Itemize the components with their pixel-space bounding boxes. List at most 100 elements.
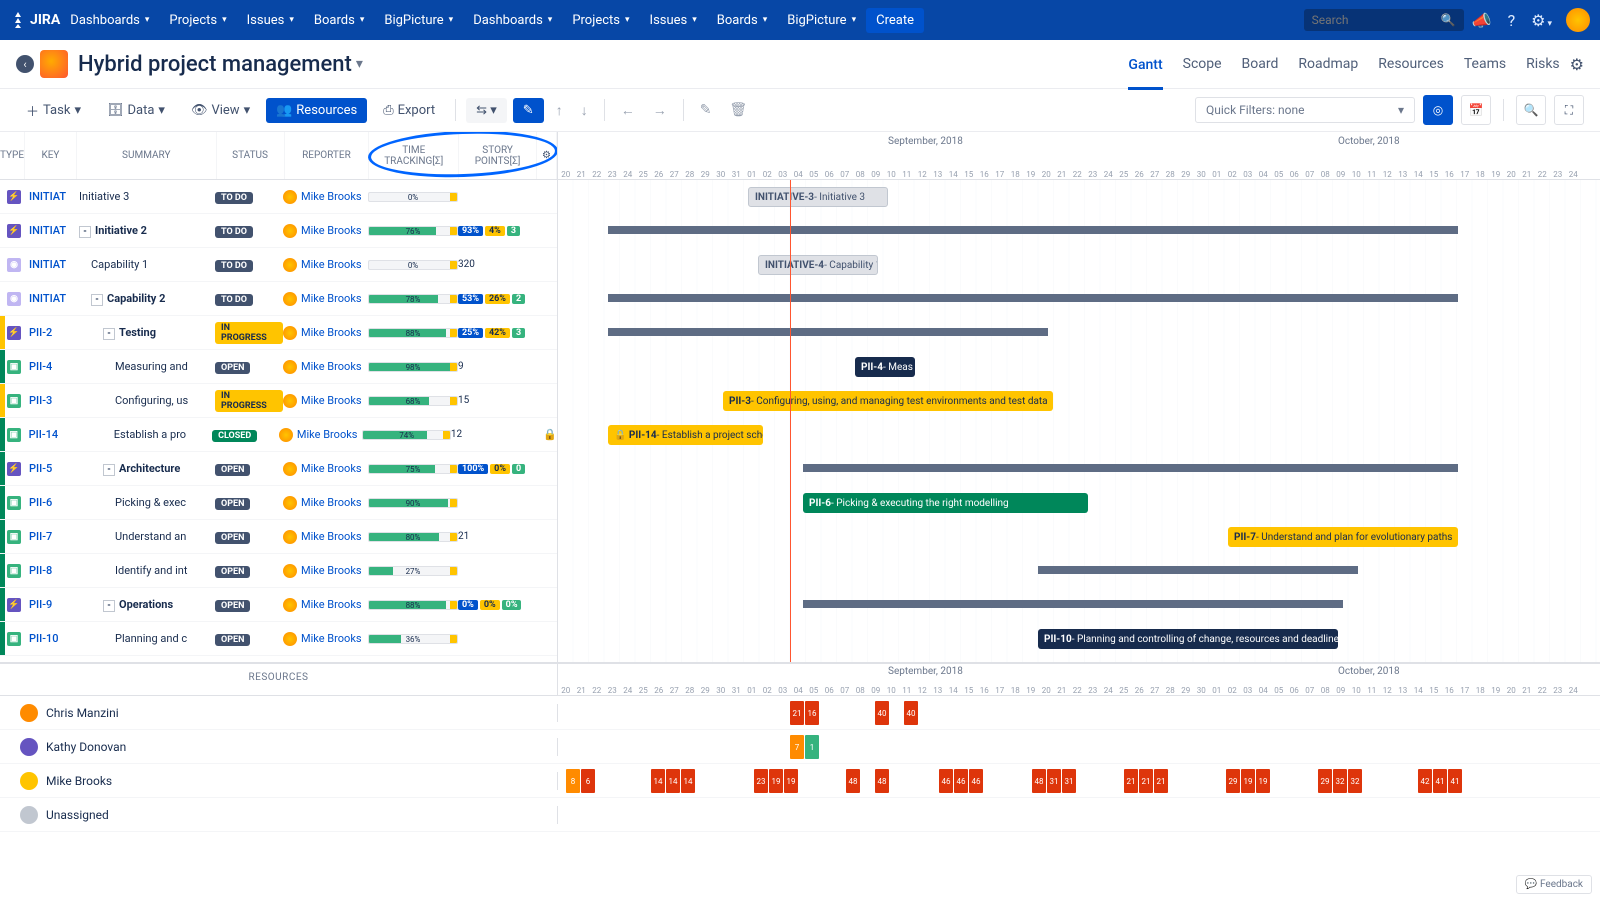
task-row[interactable]: ⚡ PII-2 -Testing IN PROGRESS Mike Brooks… — [0, 316, 557, 350]
allocation-cell[interactable]: 14 — [681, 769, 695, 793]
allocation-cell[interactable]: 32 — [1348, 769, 1362, 793]
tab-scope[interactable]: Scope — [1183, 52, 1222, 76]
issue-key[interactable]: PII-6 — [23, 496, 75, 509]
issue-summary[interactable]: -Capability 2 — [75, 292, 215, 306]
global-search[interactable]: 🔍 — [1304, 9, 1464, 31]
gantt-chart[interactable]: INITIATIVE-3 - Initiative 3INITIATIVE-4 … — [558, 180, 1600, 662]
nav-bigpicture[interactable]: BigPicture — [777, 13, 866, 28]
undo-icon[interactable]: ← — [615, 98, 641, 123]
column-settings-icon[interactable]: ⚙ — [537, 132, 557, 179]
allocation-cell[interactable]: 14 — [651, 769, 665, 793]
timeline-panel[interactable]: September, 2018October, 2018 20212223242… — [558, 132, 1600, 662]
task-row[interactable]: ▣ PII-7 Understand an OPEN Mike Brooks 8… — [0, 520, 557, 554]
gantt-bar[interactable]: PII-7 - Understand and plan for evolutio… — [1228, 527, 1458, 547]
issue-summary[interactable]: Capability 1 — [75, 258, 215, 271]
nav-projects[interactable]: Projects — [159, 13, 236, 28]
gantt-bar[interactable]: PII-3 - Configuring, using, and managing… — [723, 391, 1053, 411]
issue-reporter[interactable]: Mike Brooks — [283, 632, 368, 646]
gantt-bar[interactable] — [608, 328, 1048, 336]
issue-reporter[interactable]: Mike Brooks — [283, 258, 368, 272]
tab-risks[interactable]: Risks — [1526, 52, 1560, 76]
view-dropdown[interactable]: 👁 View ▾ — [181, 98, 260, 123]
issue-reporter[interactable]: Mike Brooks — [283, 224, 368, 238]
task-row[interactable]: ⚡ INITIAT Initiative 3 TO DO Mike Brooks… — [0, 180, 557, 214]
edit-mode-button[interactable]: ✎ — [513, 98, 544, 123]
gantt-bar[interactable] — [1038, 566, 1358, 574]
issue-summary[interactable]: Configuring, us — [75, 394, 215, 407]
issue-key[interactable]: PII-4 — [23, 360, 75, 373]
tab-board[interactable]: Board — [1242, 52, 1279, 76]
issue-summary[interactable]: -Operations — [75, 598, 215, 612]
col-story-points[interactable]: STORY POINTS[Σ] — [459, 132, 537, 179]
col-type[interactable]: TYPE — [0, 132, 25, 179]
task-row[interactable]: ▣ PII-8 Identify and int OPEN Mike Brook… — [0, 554, 557, 588]
issue-reporter[interactable]: Mike Brooks — [283, 462, 368, 476]
tab-roadmap[interactable]: Roadmap — [1298, 52, 1358, 76]
issue-key[interactable]: PII-2 — [23, 326, 75, 339]
allocation-cell[interactable]: 19 — [1256, 769, 1270, 793]
quick-filters-select[interactable]: Quick Filters: none▾ — [1195, 97, 1415, 123]
pencil-icon[interactable]: ✎ — [694, 98, 718, 122]
issue-key[interactable]: INITIAT — [23, 258, 75, 271]
gantt-bar[interactable]: PII-10 - Planning and controlling of cha… — [1038, 629, 1338, 649]
gantt-bar[interactable]: INITIATIVE-3 - Initiative 3 — [748, 187, 888, 207]
back-button[interactable]: ‹ — [16, 55, 34, 73]
issue-key[interactable]: INITIAT — [23, 190, 75, 203]
issue-key[interactable]: PII-9 — [23, 598, 75, 611]
issue-status[interactable]: TO DO — [215, 190, 283, 204]
resource-name[interactable]: Mike Brooks — [0, 772, 558, 790]
resources-button[interactable]: 👥 Resources — [266, 98, 367, 123]
task-row[interactable]: ⚡ PII-9 -Operations OPEN Mike Brooks 88%… — [0, 588, 557, 622]
issue-status[interactable]: OPEN — [215, 632, 283, 646]
issue-summary[interactable]: Measuring and — [75, 360, 215, 373]
allocation-cell[interactable]: 21 — [1124, 769, 1138, 793]
nav-dashboards[interactable]: Dashboards — [463, 13, 562, 28]
issue-key[interactable]: PII-10 — [23, 632, 75, 645]
issue-key[interactable]: INITIAT — [23, 292, 75, 305]
issue-reporter[interactable]: Mike Brooks — [283, 292, 368, 306]
issue-summary[interactable]: -Initiative 2 — [75, 224, 215, 238]
issue-reporter[interactable]: Mike Brooks — [283, 598, 368, 612]
issue-reporter[interactable]: Mike Brooks — [283, 360, 368, 374]
tab-gantt[interactable]: Gantt — [1128, 53, 1162, 90]
jira-logo[interactable]: JIRA — [10, 12, 60, 28]
resource-name[interactable]: Unassigned — [0, 806, 558, 824]
issue-reporter[interactable]: Mike Brooks — [283, 496, 368, 510]
task-row[interactable]: ▣ PII-6 Picking & exec OPEN Mike Brooks … — [0, 486, 557, 520]
allocation-cell[interactable]: 32 — [1333, 769, 1347, 793]
allocation-cell[interactable]: 19 — [769, 769, 783, 793]
user-avatar[interactable] — [1566, 8, 1590, 32]
allocation-cell[interactable]: 42 — [1418, 769, 1432, 793]
fullscreen-button[interactable]: ⛶ — [1554, 95, 1584, 125]
allocation-cell[interactable]: 1 — [805, 735, 819, 759]
add-task-button[interactable]: ＋ Task ▾ — [16, 96, 91, 125]
layout-dropdown[interactable]: ⇆ ▾ — [466, 98, 507, 123]
col-time-tracking[interactable]: TIME TRACKING[Σ] — [369, 132, 459, 179]
task-row[interactable]: ▣ PII-14 Establish a pro CLOSED Mike Bro… — [0, 418, 557, 452]
tab-resources[interactable]: Resources — [1378, 52, 1444, 76]
expand-toggle[interactable]: - — [79, 226, 91, 238]
issue-key[interactable]: PII-3 — [23, 394, 75, 407]
nav-bigpicture[interactable]: BigPicture — [374, 13, 463, 28]
gantt-bar[interactable]: PII-4 - Meas — [855, 357, 915, 377]
expand-toggle[interactable]: - — [103, 600, 115, 612]
task-row[interactable]: ⚡ PII-5 -Architecture OPEN Mike Brooks 7… — [0, 452, 557, 486]
task-row[interactable]: ⚡ INITIAT -Initiative 2 TO DO Mike Brook… — [0, 214, 557, 248]
issue-status[interactable]: OPEN — [215, 496, 283, 510]
issue-summary[interactable]: -Architecture — [75, 462, 215, 476]
issue-summary[interactable]: Initiative 3 — [75, 190, 215, 203]
redo-icon[interactable]: → — [647, 98, 673, 123]
allocation-cell[interactable]: 31 — [1062, 769, 1076, 793]
allocation-cell[interactable]: 6 — [581, 769, 595, 793]
issue-key[interactable]: PII-5 — [23, 462, 75, 475]
issue-status[interactable]: OPEN — [215, 598, 283, 612]
move-down-icon[interactable]: ↓ — [575, 98, 594, 123]
task-row[interactable]: ◉ INITIAT -Capability 2 TO DO Mike Brook… — [0, 282, 557, 316]
allocation-cell[interactable]: 46 — [969, 769, 983, 793]
gantt-bar[interactable]: PII-6 - Picking & executing the right mo… — [803, 493, 1088, 513]
create-button[interactable]: Create — [866, 8, 924, 33]
issue-summary[interactable]: Establish a pro — [74, 428, 212, 441]
issue-status[interactable]: IN PROGRESS — [215, 322, 283, 344]
gantt-bar[interactable]: 🔒 PII-14 - Establish a project sched — [608, 425, 763, 445]
issue-key[interactable]: PII-7 — [23, 530, 75, 543]
